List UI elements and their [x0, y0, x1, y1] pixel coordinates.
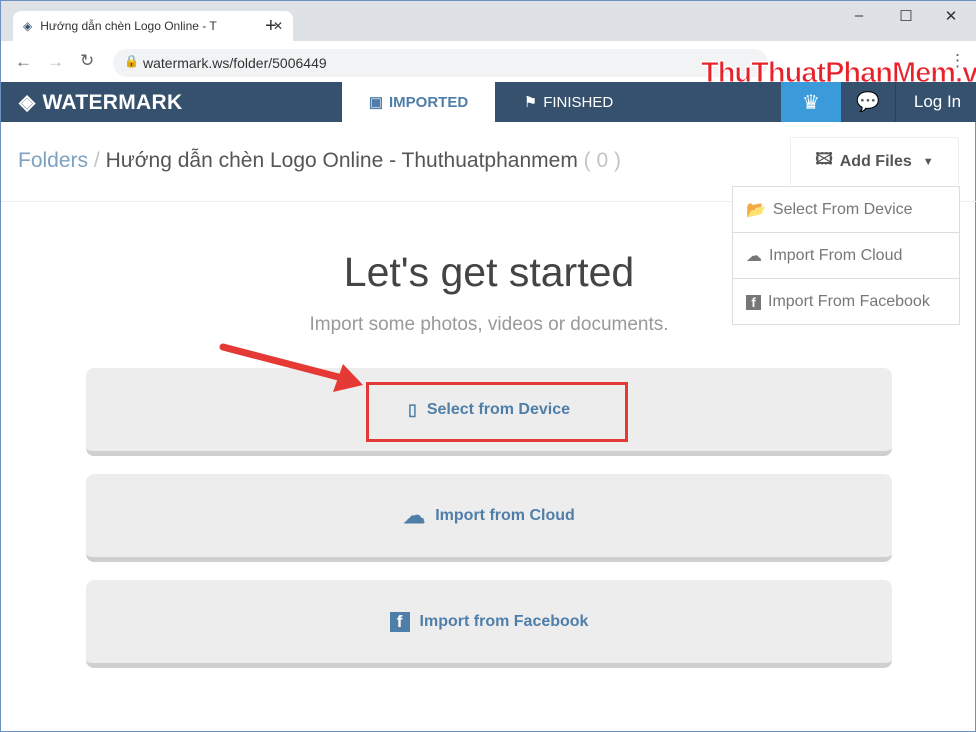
tab-label: FINISHED: [543, 93, 614, 111]
browser-tab-bar: ◈ Hướng dẫn chèn Logo Online - T ✕ + – ☐…: [1, 1, 976, 41]
app-nav: ◈ WATERMARK ▣ IMPORTED ⚑ FINISHED ♛ 💬 Log I…: [1, 82, 976, 122]
crown-icon: ♛: [802, 91, 820, 114]
lock-icon: 🔒: [124, 54, 139, 68]
folder-name: Hướng dẫn chèn Logo Online - Thuthuatpha…: [105, 149, 578, 172]
chat-icon: 💬: [856, 92, 880, 113]
highlight-box: [366, 382, 628, 442]
tab-title: Hướng dẫn chèn Logo Online - T: [40, 19, 217, 33]
arrow-annotation-icon: [219, 343, 363, 392]
tab-finished[interactable]: ⚑ FINISHED: [511, 82, 626, 122]
maximize-icon[interactable]: ☐: [896, 7, 916, 25]
close-window-icon[interactable]: ✕: [941, 7, 961, 25]
crown-button[interactable]: ♛: [781, 82, 841, 122]
menu-label: Select From Device: [772, 200, 913, 218]
add-files-label: Add Files: [839, 152, 912, 170]
menu-item-select-device[interactable]: 📂 Select From Device: [733, 187, 959, 233]
page-heading: Let's get started: [343, 249, 635, 295]
chat-button[interactable]: 💬: [841, 82, 896, 122]
facebook-icon: f: [746, 294, 761, 310]
image-icon: ▣: [368, 94, 383, 111]
url-input[interactable]: 🔒 watermark.ws/folder/5006449: [113, 49, 768, 77]
caret-down-icon: ▼: [922, 155, 934, 168]
file-count: ( 0 ): [583, 149, 621, 172]
minimize-icon[interactable]: –: [849, 7, 869, 24]
add-files-button[interactable]: 🖾 Add Files ▼: [790, 137, 959, 185]
logo-text: WATERMARK: [42, 90, 183, 114]
browser-tab[interactable]: ◈ Hướng dẫn chèn Logo Online - T ✕: [13, 11, 293, 41]
logo-icon: ◈: [19, 91, 36, 114]
url-text: watermark.ws/folder/5006449: [143, 55, 327, 71]
reload-icon[interactable]: ↻: [80, 51, 94, 71]
folder-open-icon: 📂: [746, 201, 766, 219]
button-label: Import from Cloud: [435, 506, 575, 524]
add-image-icon: 🖾: [815, 151, 833, 168]
tab-imported[interactable]: ▣ IMPORTED: [342, 82, 495, 122]
back-icon[interactable]: ←: [15, 52, 32, 72]
logo[interactable]: ◈ WATERMARK: [19, 90, 182, 115]
page-subtitle: Import some photos, videos or documents.: [309, 314, 669, 335]
button-label: Import from Facebook: [419, 612, 589, 630]
new-tab-icon[interactable]: +: [265, 15, 277, 38]
checkered-flag-icon: ⚑: [523, 94, 538, 111]
breadcrumb-folders-link[interactable]: Folders: [18, 149, 88, 172]
tab-label: IMPORTED: [389, 93, 469, 111]
watermark-favicon-icon: ◈: [23, 19, 33, 33]
import-from-facebook-button[interactable]: f Import from Facebook: [86, 580, 892, 668]
forward-icon[interactable]: →: [47, 52, 64, 72]
cloud-upload-icon: ☁: [403, 502, 426, 528]
breadcrumb-separator: /: [93, 149, 100, 172]
breadcrumb: Folders / Hướng dẫn chèn Logo Online - T…: [18, 149, 621, 173]
facebook-icon: f: [389, 611, 410, 632]
import-from-cloud-button[interactable]: ☁ Import from Cloud: [86, 474, 892, 562]
login-button[interactable]: Log In: [898, 82, 976, 122]
